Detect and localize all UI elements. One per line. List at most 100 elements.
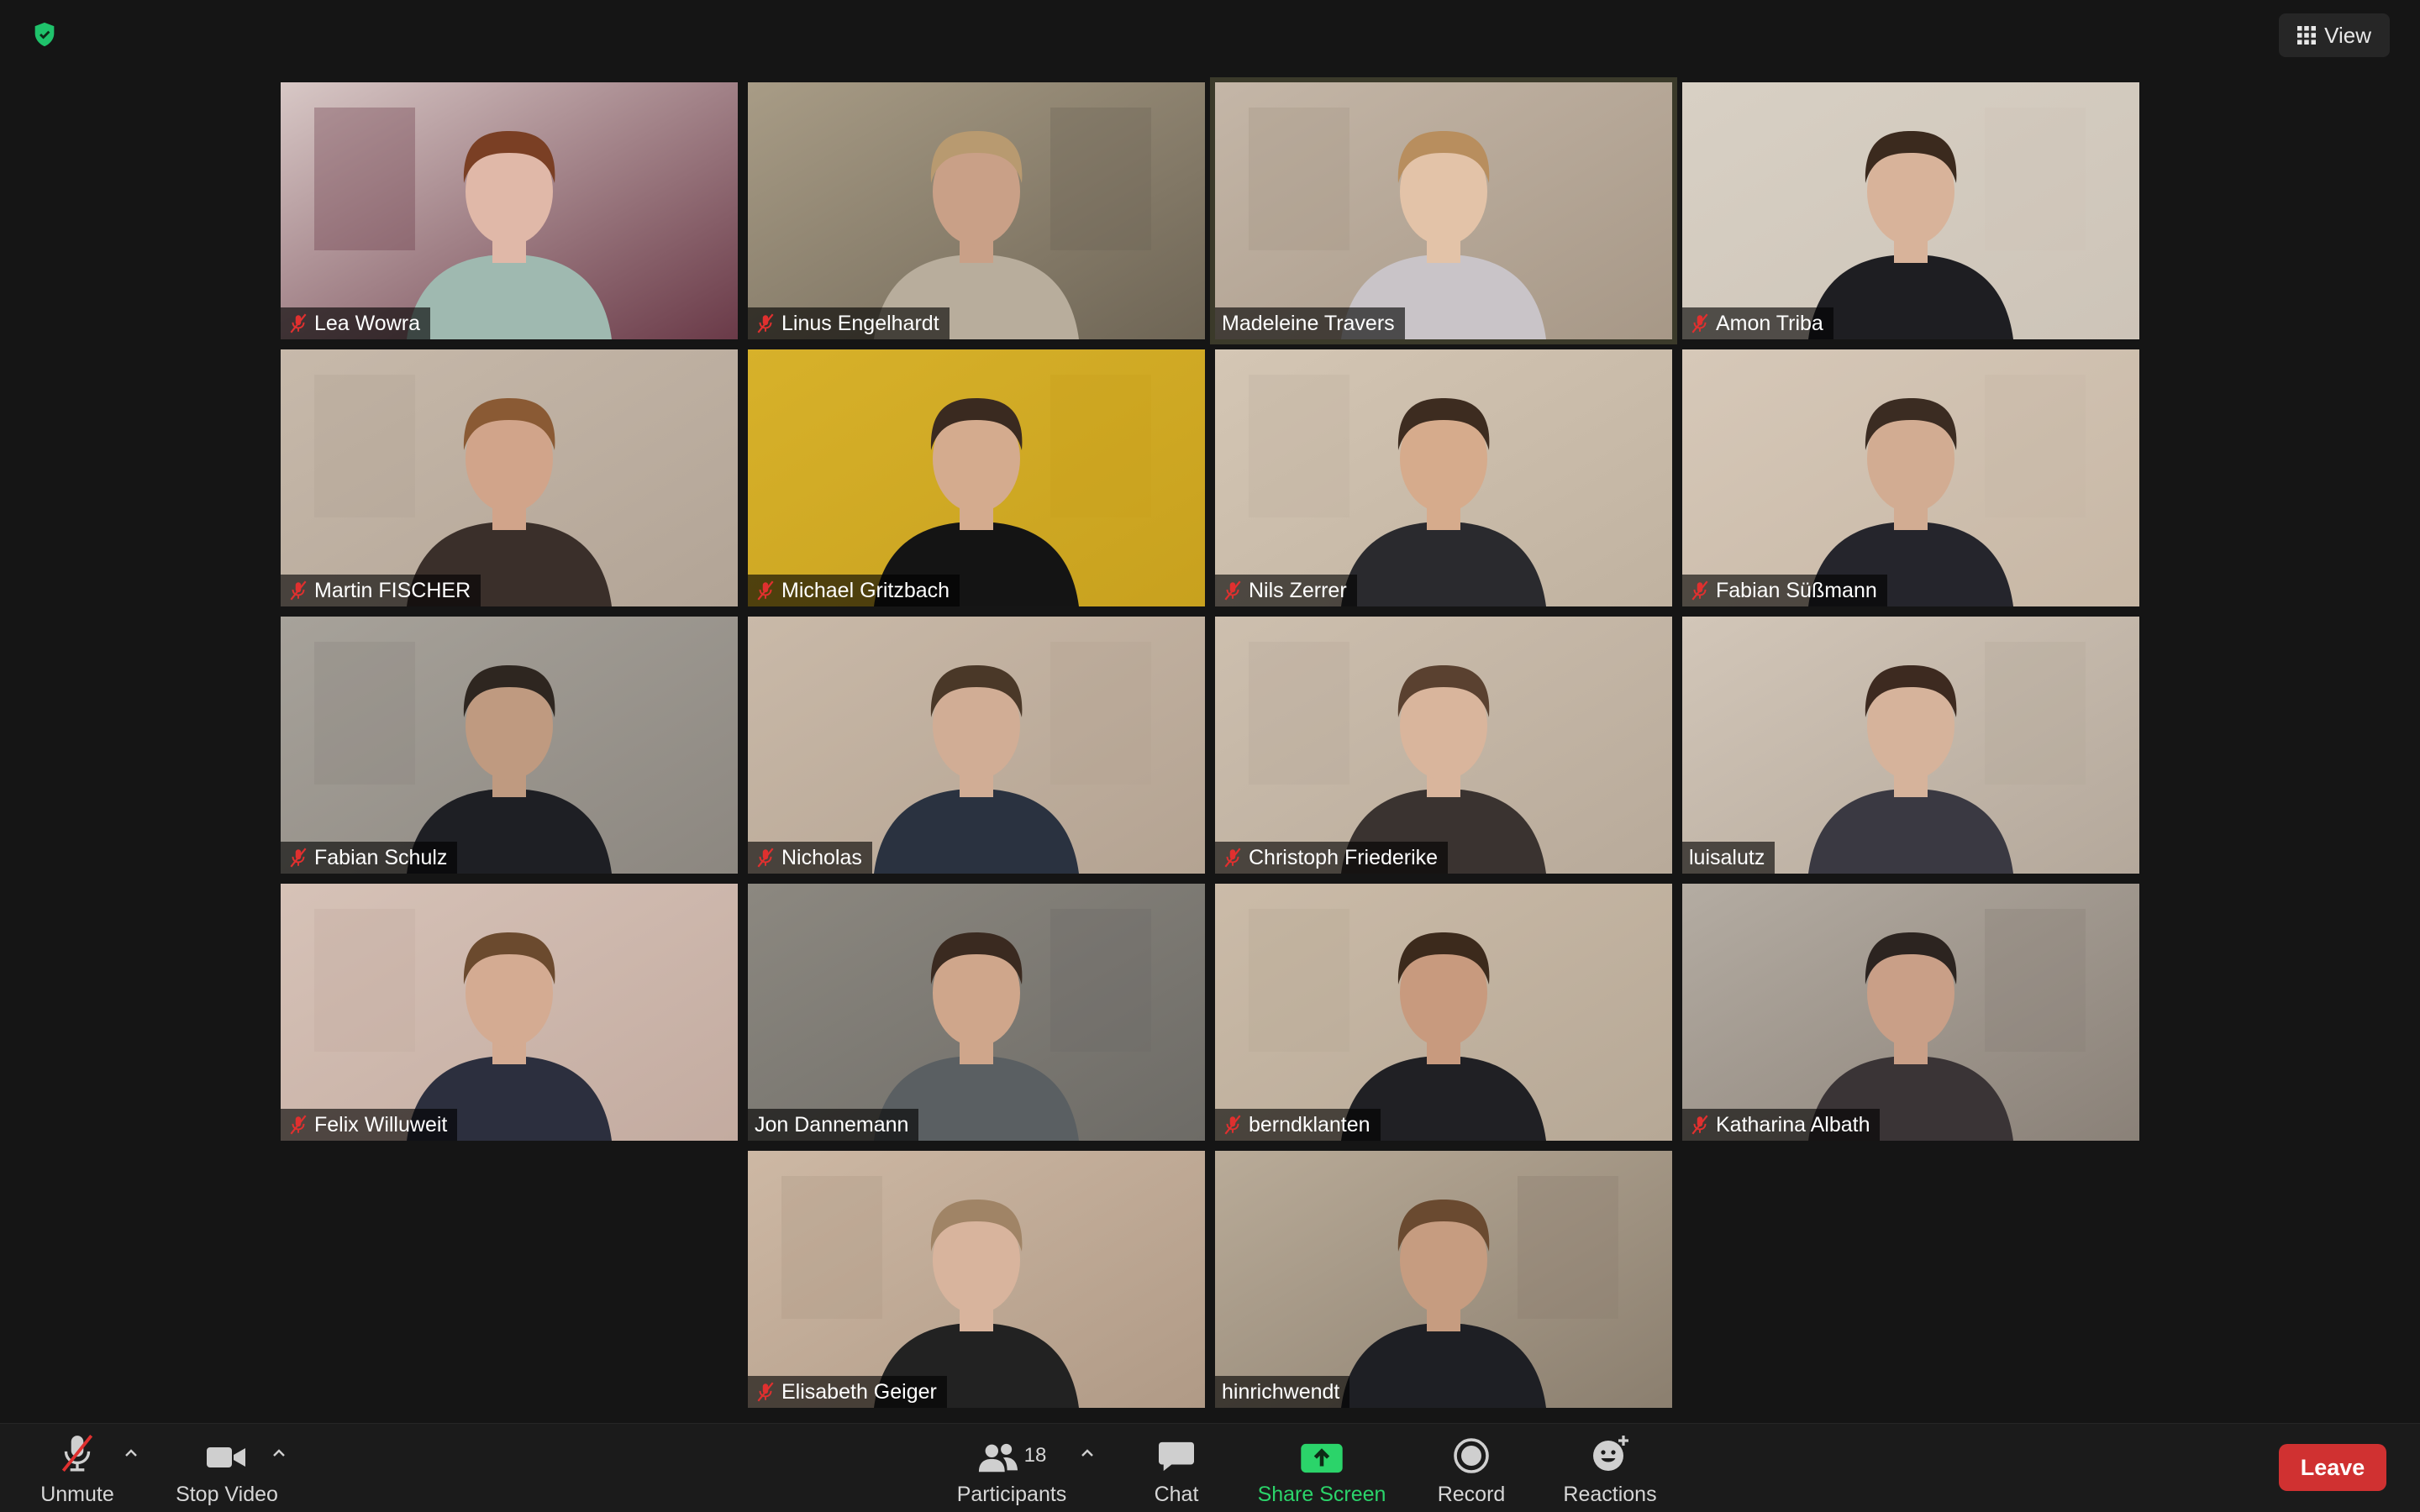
participant-name-tag: Katharina Albath: [1682, 1109, 1881, 1141]
participant-video-tile[interactable]: Elisabeth Geiger: [748, 1151, 1205, 1408]
participant-name-tag: Lea Wowra: [281, 307, 430, 339]
participant-video-tile[interactable]: Michael Gritzbach: [748, 349, 1205, 606]
muted-microphone-icon: [1224, 1115, 1241, 1135]
participant-name: Felix Willuweit: [314, 1112, 448, 1137]
participant-video-feed: [281, 82, 738, 339]
participant-name: Madeleine Travers: [1222, 311, 1395, 335]
muted-microphone-icon: [290, 580, 307, 601]
participant-name-tag: Felix Willuweit: [281, 1109, 458, 1141]
audio-options-caret-icon[interactable]: [123, 1442, 143, 1459]
record-icon: [1454, 1438, 1489, 1473]
view-button[interactable]: View: [2279, 13, 2390, 57]
microphone-muted-icon: [61, 1434, 93, 1473]
muted-microphone-icon: [290, 848, 307, 868]
muted-microphone-icon: [290, 313, 307, 333]
participant-video-feed: [1215, 82, 1672, 339]
participant-video-feed: [748, 617, 1205, 874]
participant-video-feed: [281, 884, 738, 1141]
participant-name: Martin FISCHER: [314, 578, 471, 602]
participant-name-tag: luisalutz: [1682, 842, 1776, 874]
participant-name-tag: Linus Engelhardt: [748, 307, 950, 339]
participant-name: Nils Zerrer: [1249, 578, 1347, 602]
participant-name: Fabian Schulz: [314, 845, 448, 869]
participant-video-tile[interactable]: Katharina Albath: [1682, 884, 2139, 1141]
video-options-caret-icon[interactable]: [271, 1442, 291, 1459]
participant-video-feed: [748, 82, 1205, 339]
chat-bubble-icon: [1159, 1441, 1194, 1472]
muted-microphone-icon: [757, 313, 774, 333]
leave-button[interactable]: Leave: [2279, 1444, 2386, 1491]
muted-microphone-icon: [757, 848, 774, 868]
muted-microphone-icon: [1691, 1115, 1708, 1135]
participant-video-feed: [748, 884, 1205, 1141]
chat-label: Chat: [1154, 1483, 1199, 1506]
muted-microphone-icon: [1691, 313, 1708, 333]
participant-video-feed: [1215, 884, 1672, 1141]
participant-video-tile[interactable]: hinrichwendt: [1215, 1151, 1672, 1408]
reactions-button[interactable]: Reactions: [1560, 1424, 1660, 1512]
participant-video-feed: [281, 617, 738, 874]
stop-video-label: Stop Video: [176, 1483, 278, 1506]
share-screen-button[interactable]: Share Screen: [1252, 1424, 1392, 1512]
participant-video-tile[interactable]: Nicholas: [748, 617, 1205, 874]
participant-video-tile[interactable]: Jon Dannemann: [748, 884, 1205, 1141]
chat-button[interactable]: Chat: [1146, 1424, 1207, 1512]
participants-count: 18: [1023, 1444, 1047, 1467]
participant-name: Linus Engelhardt: [781, 311, 939, 335]
participant-name: Michael Gritzbach: [781, 578, 950, 602]
participant-video-tile[interactable]: luisalutz: [1682, 617, 2139, 874]
muted-microphone-icon: [757, 1382, 774, 1402]
participant-name-tag: Jon Dannemann: [748, 1109, 919, 1141]
participant-name-tag: Fabian Schulz: [281, 842, 458, 874]
participant-name-tag: Nicholas: [748, 842, 872, 874]
unmute-label: Unmute: [40, 1483, 114, 1506]
participants-label: Participants: [956, 1483, 1067, 1506]
participant-video-tile[interactable]: Lea Wowra: [281, 82, 738, 339]
participant-name-tag: hinrichwendt: [1215, 1376, 1350, 1408]
participant-name-tag: Elisabeth Geiger: [748, 1376, 947, 1408]
participant-name: Lea Wowra: [314, 311, 420, 335]
participant-video-feed: [1682, 82, 2139, 339]
participant-name: Nicholas: [781, 845, 862, 869]
participant-name-tag: Christoph Friederike: [1215, 842, 1449, 874]
zoom-meeting-window: View Lea Wowra Linus Engelhardt Madeleine …: [0, 0, 2420, 1512]
record-label: Record: [1437, 1483, 1506, 1506]
participant-video-feed: [1682, 349, 2139, 606]
participants-button[interactable]: 18 Participants: [950, 1424, 1074, 1512]
share-screen-label: Share Screen: [1257, 1483, 1386, 1506]
muted-microphone-icon: [757, 580, 774, 601]
participant-name-tag: Fabian Süßmann: [1682, 575, 1887, 606]
stop-video-button[interactable]: Stop Video: [171, 1424, 282, 1512]
participant-name: berndklanten: [1249, 1112, 1370, 1137]
participant-name: luisalutz: [1689, 845, 1765, 869]
participant-video-tile[interactable]: Fabian Süßmann: [1682, 349, 2139, 606]
security-shield-icon[interactable]: [30, 20, 59, 49]
participant-name: Katharina Albath: [1716, 1112, 1870, 1137]
participant-video-tile[interactable]: Christoph Friederike: [1215, 617, 1672, 874]
muted-microphone-icon: [1691, 580, 1708, 601]
participant-video-tile[interactable]: Amon Triba: [1682, 82, 2139, 339]
unmute-button[interactable]: Unmute: [37, 1424, 118, 1512]
participant-video-feed: [1215, 1151, 1672, 1408]
participant-video-tile[interactable]: berndklanten: [1215, 884, 1672, 1141]
record-button[interactable]: Record: [1432, 1424, 1511, 1512]
participant-video-tile[interactable]: Madeleine Travers: [1210, 77, 1677, 344]
participant-name-tag: Nils Zerrer: [1215, 575, 1357, 606]
share-screen-icon: [1301, 1443, 1343, 1473]
participants-options-caret-icon[interactable]: [1079, 1442, 1099, 1459]
participant-video-tile[interactable]: Felix Willuweit: [281, 884, 738, 1141]
participant-name: Jon Dannemann: [755, 1112, 909, 1137]
participant-name-tag: Madeleine Travers: [1215, 307, 1405, 339]
participant-name: Fabian Süßmann: [1716, 578, 1877, 602]
participant-video-tile[interactable]: Fabian Schulz: [281, 617, 738, 874]
participant-name: Elisabeth Geiger: [781, 1379, 937, 1404]
participant-video-tile[interactable]: Martin FISCHER: [281, 349, 738, 606]
participant-video-feed: [281, 349, 738, 606]
participant-video-tile[interactable]: Nils Zerrer: [1215, 349, 1672, 606]
video-camera-icon: [207, 1447, 245, 1467]
participants-icon: [978, 1443, 1018, 1473]
participant-video-tile[interactable]: Linus Engelhardt: [748, 82, 1205, 339]
participant-name-tag: berndklanten: [1215, 1109, 1381, 1141]
participant-name: Amon Triba: [1716, 311, 1823, 335]
participant-video-feed: [748, 349, 1205, 606]
